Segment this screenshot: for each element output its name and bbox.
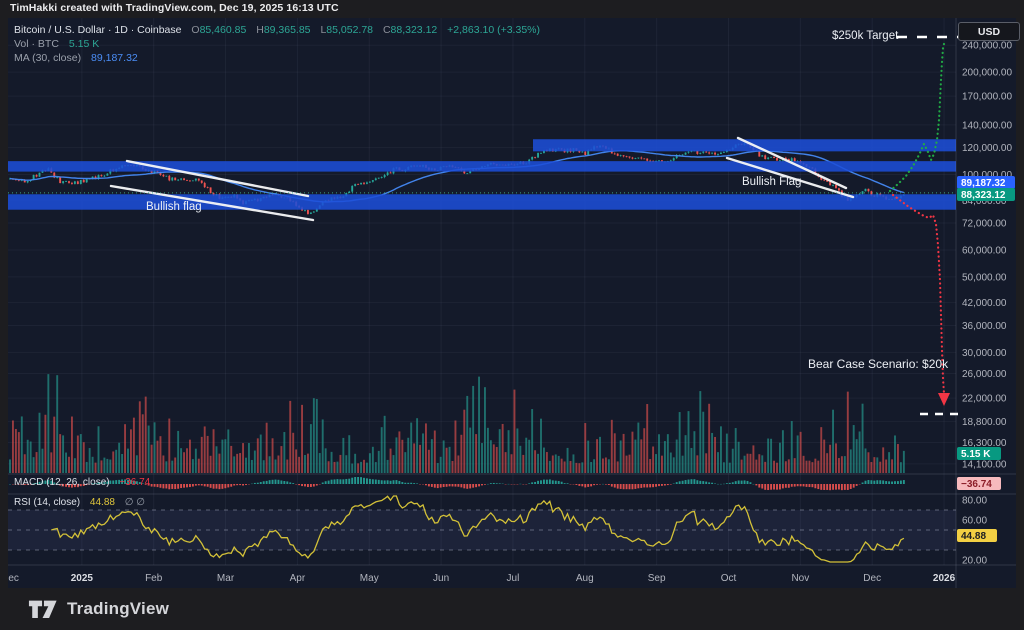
svg-text:Jun: Jun: [433, 573, 449, 584]
tradingview-logo-icon[interactable]: [28, 600, 58, 619]
svg-text:26,000.00: 26,000.00: [962, 369, 1007, 380]
volume-label: Vol · BTC: [14, 38, 59, 50]
macd-label: MACD (12, 26, close): [14, 477, 110, 488]
svg-text:36,000.00: 36,000.00: [962, 321, 1007, 332]
svg-text:Dec: Dec: [863, 573, 881, 584]
footer-brand-text[interactable]: TradingView: [67, 599, 169, 619]
rsi-label: RSI (14, close): [14, 497, 80, 508]
volume-value: 5.15 K: [69, 38, 99, 50]
legend-macd-row[interactable]: MACD (12, 26, close) −36.74: [14, 477, 150, 488]
axis-price-boxes: 89,187.3288,323.12 5.15 K −36.74 44.88: [957, 176, 1015, 542]
chart-canvas[interactable]: 240,000.00 200,000.00 170,000.00 140,000.00…: [8, 18, 1016, 588]
legend: Bitcoin / U.S. Dollar · 1D · Coinbase O8…: [14, 24, 540, 66]
ohlc-low-value: 85,052.78: [326, 24, 373, 36]
svg-text:May: May: [360, 573, 379, 584]
ohlc-high-value: 89,365.85: [264, 24, 311, 36]
svg-text:5.15 K: 5.15 K: [961, 449, 991, 460]
annotation-bear-case[interactable]: Bear Case Scenario: $20k: [808, 357, 948, 371]
currency-toggle-button[interactable]: USD: [958, 22, 1020, 41]
svg-text:2026: 2026: [933, 573, 956, 584]
symbol-title: Bitcoin / U.S. Dollar · 1D · Coinbase: [14, 24, 181, 36]
volume-layer: [9, 374, 905, 473]
ohlc-high-label: H: [256, 24, 264, 36]
svg-text:120,000.00: 120,000.00: [962, 143, 1012, 154]
svg-text:14,100.00: 14,100.00: [962, 459, 1007, 470]
svg-text:Apr: Apr: [290, 573, 306, 584]
projection-bear-path[interactable]: [893, 195, 958, 414]
svg-text:60,000.00: 60,000.00: [962, 245, 1007, 256]
annotation-250k-target[interactable]: $250k Target: [832, 30, 898, 42]
legend-symbol-row[interactable]: Bitcoin / U.S. Dollar · 1D · Coinbase O8…: [14, 24, 540, 37]
legend-volume-row[interactable]: Vol · BTC 5.15 K: [14, 38, 540, 51]
svg-text:88,323.12: 88,323.12: [961, 190, 1006, 201]
ohlc-open-label: O: [191, 24, 199, 36]
svg-text:140,000.00: 140,000.00: [962, 120, 1012, 131]
legend-rsi-row[interactable]: RSI (14, close) 44.88 ∅ ∅: [14, 497, 145, 508]
ma-label: MA (30, close): [14, 52, 81, 64]
rsi-value: 44.88: [90, 497, 115, 508]
svg-text:Aug: Aug: [576, 573, 594, 584]
svg-text:22,000.00: 22,000.00: [962, 394, 1007, 405]
svg-text:89,187.32: 89,187.32: [961, 178, 1006, 189]
legend-ma-row[interactable]: MA (30, close) 89,187.32: [14, 52, 540, 65]
time-axis[interactable]: Dec 2025 Feb Mar Apr May Jun Jul Aug Sep Oct Nov Dec…: [8, 573, 956, 584]
macd-value: −36.74: [119, 477, 150, 488]
svg-text:Mar: Mar: [217, 573, 235, 584]
rsi-smoothing-icons: ∅ ∅: [125, 497, 145, 508]
tradingview-snapshot: TimHakki created with TradingView.com, D…: [0, 0, 1024, 630]
svg-text:170,000.00: 170,000.00: [962, 92, 1012, 103]
svg-text:18,800.00: 18,800.00: [962, 417, 1007, 428]
svg-text:42,000.00: 42,000.00: [962, 298, 1007, 309]
svg-text:72,000.00: 72,000.00: [962, 219, 1007, 230]
ohlc-close-value: 88,323.12: [391, 24, 438, 36]
svg-text:50,000.00: 50,000.00: [962, 272, 1007, 283]
change-value: +2,863.10 (+3.35%): [447, 24, 540, 36]
svg-text:60.00: 60.00: [962, 516, 987, 527]
svg-text:30,000.00: 30,000.00: [962, 348, 1007, 359]
svg-text:2025: 2025: [71, 573, 94, 584]
svg-text:Nov: Nov: [791, 573, 809, 584]
svg-text:240,000.00: 240,000.00: [962, 41, 1012, 52]
annotation-bullish-flag-2[interactable]: Bullish Flag: [742, 176, 801, 188]
attribution-text: TimHakki created with TradingView.com, D…: [10, 2, 339, 16]
svg-text:Feb: Feb: [145, 573, 163, 584]
svg-text:80.00: 80.00: [962, 496, 987, 507]
svg-text:Oct: Oct: [721, 573, 737, 584]
ohlc-close-label: C: [383, 24, 391, 36]
svg-text:44.88: 44.88: [961, 531, 986, 542]
annotation-bullish-flag-1[interactable]: Bullish flag: [146, 201, 202, 213]
svg-text:Dec: Dec: [8, 573, 19, 584]
svg-text:−36.74: −36.74: [961, 479, 992, 490]
svg-text:20.00: 20.00: [962, 556, 987, 567]
ma-value: 89,187.32: [91, 52, 138, 64]
svg-text:200,000.00: 200,000.00: [962, 68, 1012, 79]
svg-text:Jul: Jul: [507, 573, 520, 584]
footer-bar: TradingView: [0, 588, 1024, 630]
svg-text:Sep: Sep: [648, 573, 666, 584]
ohlc-open-value: 85,460.85: [200, 24, 247, 36]
